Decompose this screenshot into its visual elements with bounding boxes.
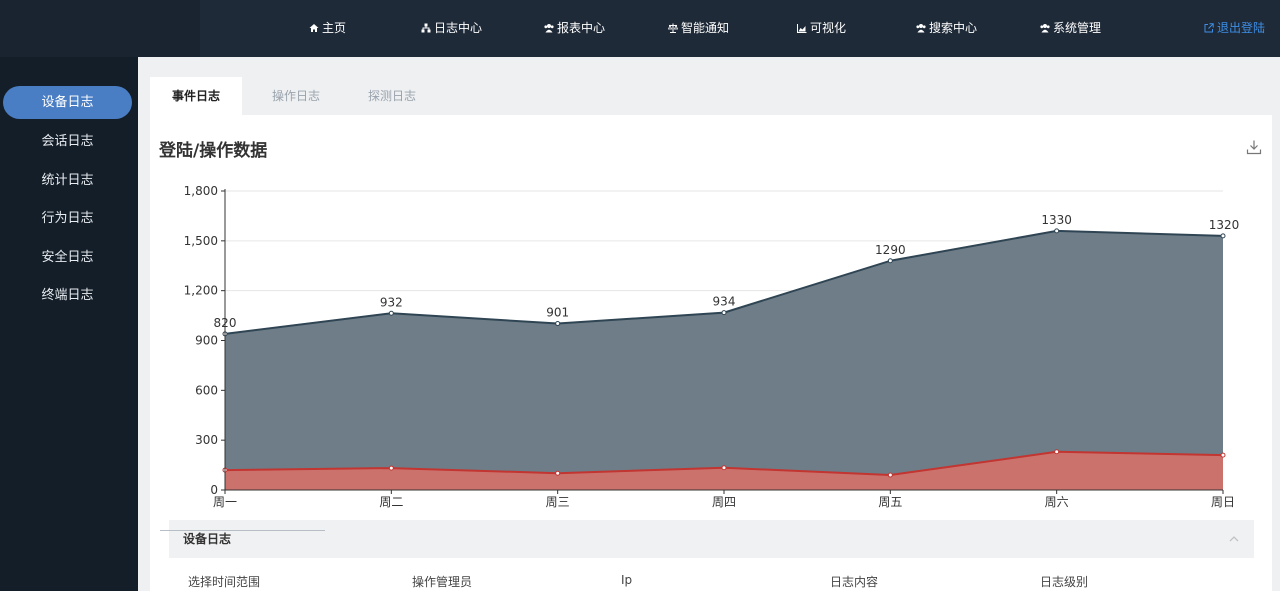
filter-label-ip: Ip xyxy=(621,573,633,587)
tab-event-log[interactable]: 事件日志 xyxy=(150,77,242,115)
x-tick-label: 周四 xyxy=(712,495,736,509)
data-point-lower xyxy=(887,472,893,478)
y-tick-label: 300 xyxy=(195,433,218,447)
data-point-lower xyxy=(388,465,394,471)
users-icon xyxy=(1040,24,1050,33)
nav-label: 可视化 xyxy=(810,21,847,35)
home-icon xyxy=(309,24,319,32)
data-point-upper xyxy=(555,321,561,327)
download-icon[interactable] xyxy=(1246,139,1262,155)
sidebar-item-security-log[interactable]: 安全日志 xyxy=(3,241,132,274)
nav-label: 主页 xyxy=(322,21,347,35)
data-point-upper xyxy=(1054,228,1060,234)
data-point-upper xyxy=(721,310,727,316)
filter-label-log-content: 日志内容 xyxy=(830,575,879,589)
data-point-upper xyxy=(388,310,394,316)
stacked-area-chart: 03006001,2001,5001,800900820932901934129… xyxy=(184,184,1240,509)
sidebar-item-stats-log[interactable]: 统计日志 xyxy=(3,164,132,197)
tab-probe-log[interactable]: 探测日志 xyxy=(346,77,438,115)
x-tick-label: 周一 xyxy=(213,495,237,509)
series-area-upper xyxy=(225,230,1223,476)
nav-item-smart-notify[interactable]: 智能通知 xyxy=(668,0,729,57)
logout-link[interactable]: 退出登陆 xyxy=(1204,0,1265,57)
x-tick-label: 周三 xyxy=(546,495,570,509)
nav-label: 报表中心 xyxy=(557,21,606,35)
x-tick-label: 周二 xyxy=(379,495,403,509)
time-range-input-underline[interactable] xyxy=(160,530,325,531)
chart-panel: 登陆/操作数据 0 300 600 1,200 1,500 1,800 900 820 932 9… xyxy=(150,115,1272,591)
nav-item-log-center[interactable]: 日志中心 xyxy=(421,0,482,57)
data-point-upper xyxy=(1220,233,1226,239)
nav-item-report-center[interactable]: 报表中心 xyxy=(544,0,605,57)
filter-label-time-range: 选择时间范围 xyxy=(188,575,261,589)
top-nav-bar: 主页 日志中心 报表中心 智能通知 可视化 搜索中心 系统管理 退出登陆 xyxy=(0,0,1280,57)
data-label: 901 xyxy=(546,306,569,320)
tab-operation-log[interactable]: 操作日志 xyxy=(250,77,342,115)
data-point-upper xyxy=(887,258,893,264)
nav-label: 搜索中心 xyxy=(929,21,978,35)
data-label: 932 xyxy=(380,295,403,309)
nav-item-search-center[interactable]: 搜索中心 xyxy=(916,0,977,57)
subpanel-title: 设备日志 xyxy=(183,532,232,546)
sidebar-item-device-log[interactable]: 设备日志 xyxy=(3,86,132,119)
balance-icon xyxy=(668,23,678,33)
data-point-lower xyxy=(1220,452,1226,458)
sitemap-icon xyxy=(421,23,431,33)
x-tick-label: 周六 xyxy=(1045,495,1069,509)
y-tick-label: 1,200 xyxy=(184,284,218,298)
sidebar-item-session-log[interactable]: 会话日志 xyxy=(3,125,132,158)
nav-label: 日志中心 xyxy=(434,21,483,35)
users-icon xyxy=(916,24,926,33)
data-point-lower xyxy=(555,470,561,476)
data-label: 1290 xyxy=(875,243,906,257)
chevron-up-icon[interactable] xyxy=(1228,533,1240,545)
y-tick-label: 600 xyxy=(195,383,218,397)
nav-label: 系统管理 xyxy=(1053,21,1102,35)
data-label: 934 xyxy=(713,295,736,309)
filter-row: 选择时间范围 操作管理员 Ip 日志内容 日志级别 xyxy=(150,570,1272,590)
x-tick-label: 周日 xyxy=(1211,495,1235,509)
nav-item-system-admin[interactable]: 系统管理 xyxy=(1040,0,1101,57)
nav-item-visualization[interactable]: 可视化 xyxy=(797,0,846,57)
sidebar-item-terminal-log[interactable]: 终端日志 xyxy=(3,279,132,312)
nav-label: 智能通知 xyxy=(681,21,730,35)
data-point-lower xyxy=(1054,449,1060,455)
panel-title: 登陆/操作数据 xyxy=(159,141,268,161)
data-label: 1330 xyxy=(1041,213,1072,227)
y-tick-label: 900 xyxy=(195,334,218,348)
main-content: 事件日志 操作日志 探测日志 登陆/操作数据 0 300 600 1,200 1,500… xyxy=(138,57,1280,591)
sidebar-item-behavior-log[interactable]: 行为日志 xyxy=(3,202,132,235)
external-link-icon xyxy=(1204,23,1214,33)
filter-label-operator: 操作管理员 xyxy=(412,575,473,589)
sidebar: 设备日志 会话日志 统计日志 行为日志 安全日志 终端日志 xyxy=(0,57,138,591)
filter-label-log-level: 日志级别 xyxy=(1040,575,1089,589)
y-tick-label: 1,500 xyxy=(184,234,218,248)
users-icon xyxy=(544,24,554,33)
area-chart-icon xyxy=(797,24,807,33)
data-point-lower xyxy=(721,465,727,471)
logo-area xyxy=(0,0,200,57)
x-tick-label: 周五 xyxy=(878,495,902,509)
device-log-header[interactable]: 设备日志 xyxy=(169,520,1254,558)
nav-item-home[interactable]: 主页 xyxy=(309,0,346,57)
y-tick-label: 1,800 xyxy=(184,184,218,198)
data-label: 1320 xyxy=(1209,218,1240,232)
logout-label: 退出登陆 xyxy=(1217,21,1266,35)
